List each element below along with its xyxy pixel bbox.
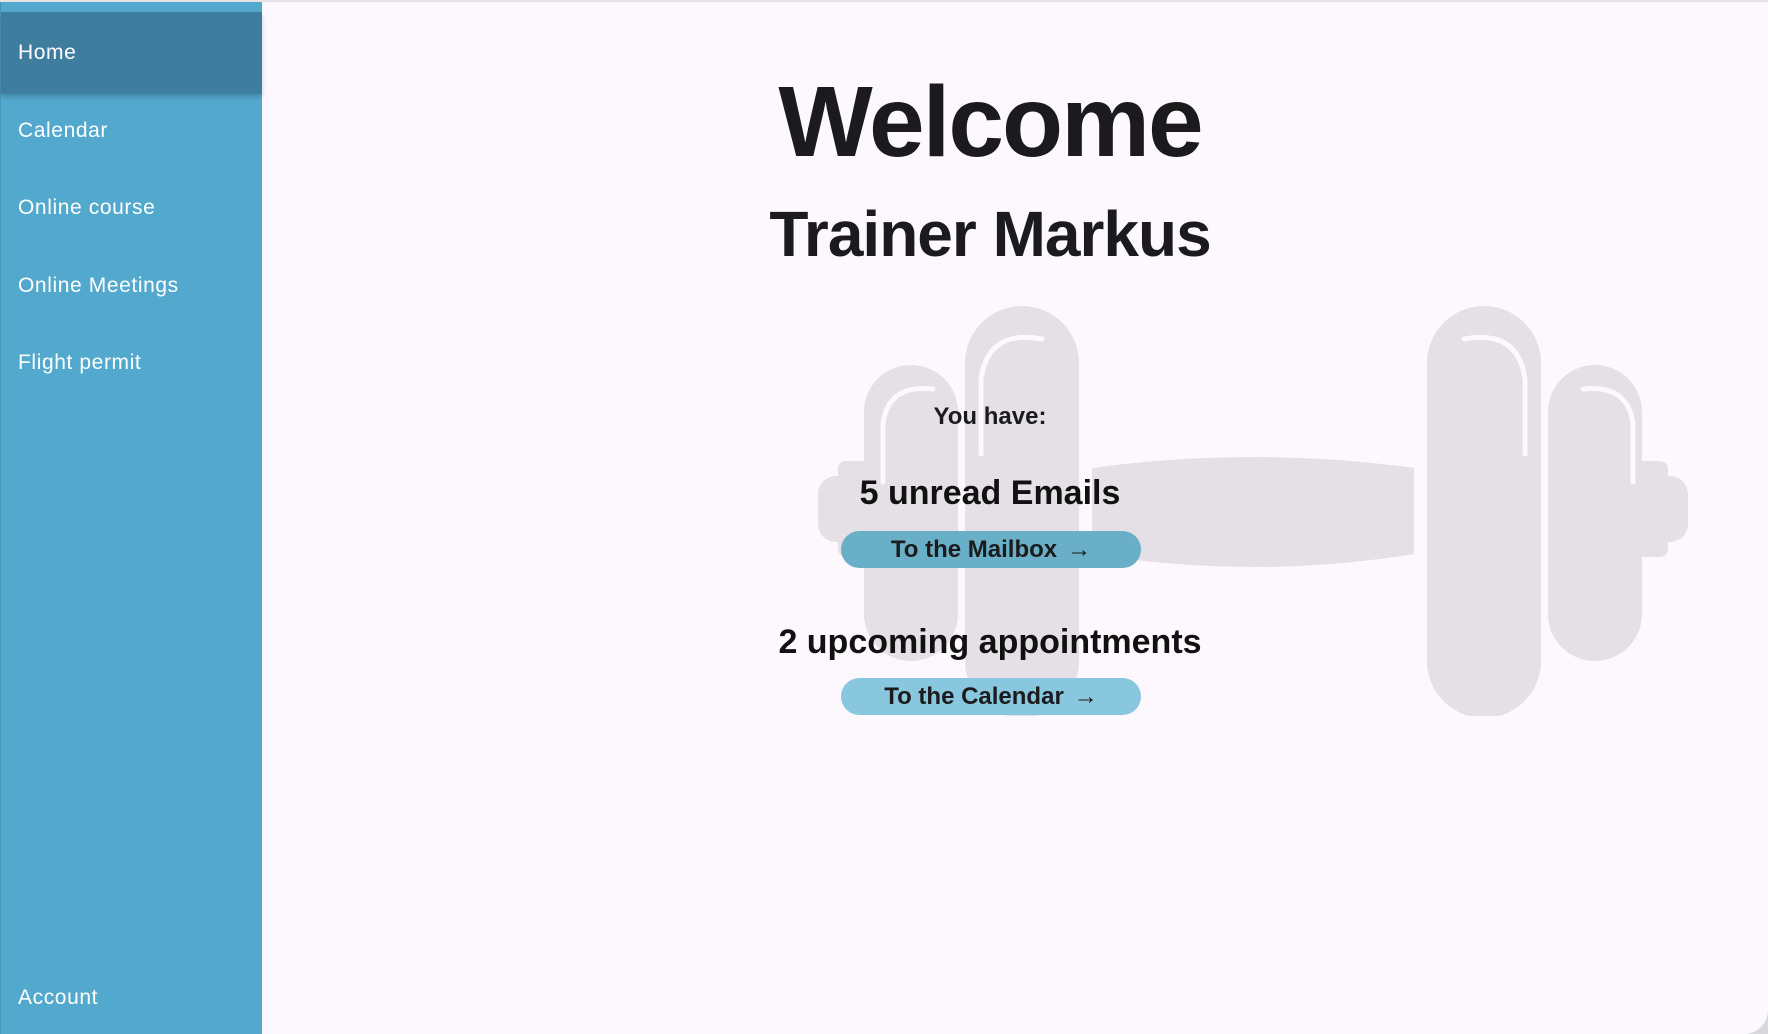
sidebar-item-label: Home [18, 41, 77, 64]
arrow-right-icon: → [1073, 682, 1098, 710]
sidebar-item-label: Calendar [18, 119, 109, 142]
sidebar-item-label: Online Meetings [18, 274, 179, 297]
upcoming-appointments-count: 2 upcoming appointments [778, 623, 1202, 661]
sidebar-item-online-meetings[interactable]: Online Meetings [1, 245, 262, 327]
sidebar-item-label: Online course [18, 196, 156, 219]
sidebar-item-home[interactable]: Home [1, 12, 262, 94]
sidebar-item-online-course[interactable]: Online course [1, 167, 262, 249]
sidebar-item-calendar[interactable]: Calendar [1, 90, 262, 172]
summary-heading: You have: [933, 403, 1047, 430]
sidebar: Home Calendar Online course Online Meeti… [0, 2, 262, 1034]
main-content: Welcome Trainer Markus You have: 5 unrea… [262, 2, 1768, 1034]
unread-emails-count: 5 unread Emails [859, 474, 1121, 512]
sidebar-item-label: Account [18, 986, 99, 1009]
sidebar-item-account[interactable]: Account [1, 957, 262, 1034]
arrow-right-icon: → [1067, 535, 1092, 563]
calendar-button-label: To the Calendar [884, 682, 1064, 710]
sidebar-item-label: Flight permit [18, 351, 142, 374]
calendar-button[interactable]: To the Calendar → [841, 678, 1141, 715]
page-subtitle: Trainer Markus [769, 198, 1211, 270]
mailbox-button-label: To the Mailbox [890, 535, 1058, 563]
sidebar-item-flight-permit[interactable]: Flight permit [1, 322, 262, 404]
mailbox-button[interactable]: To the Mailbox → [841, 531, 1141, 568]
app-window: Home Calendar Online course Online Meeti… [0, 0, 1768, 1034]
page-title: Welcome [778, 66, 1203, 178]
